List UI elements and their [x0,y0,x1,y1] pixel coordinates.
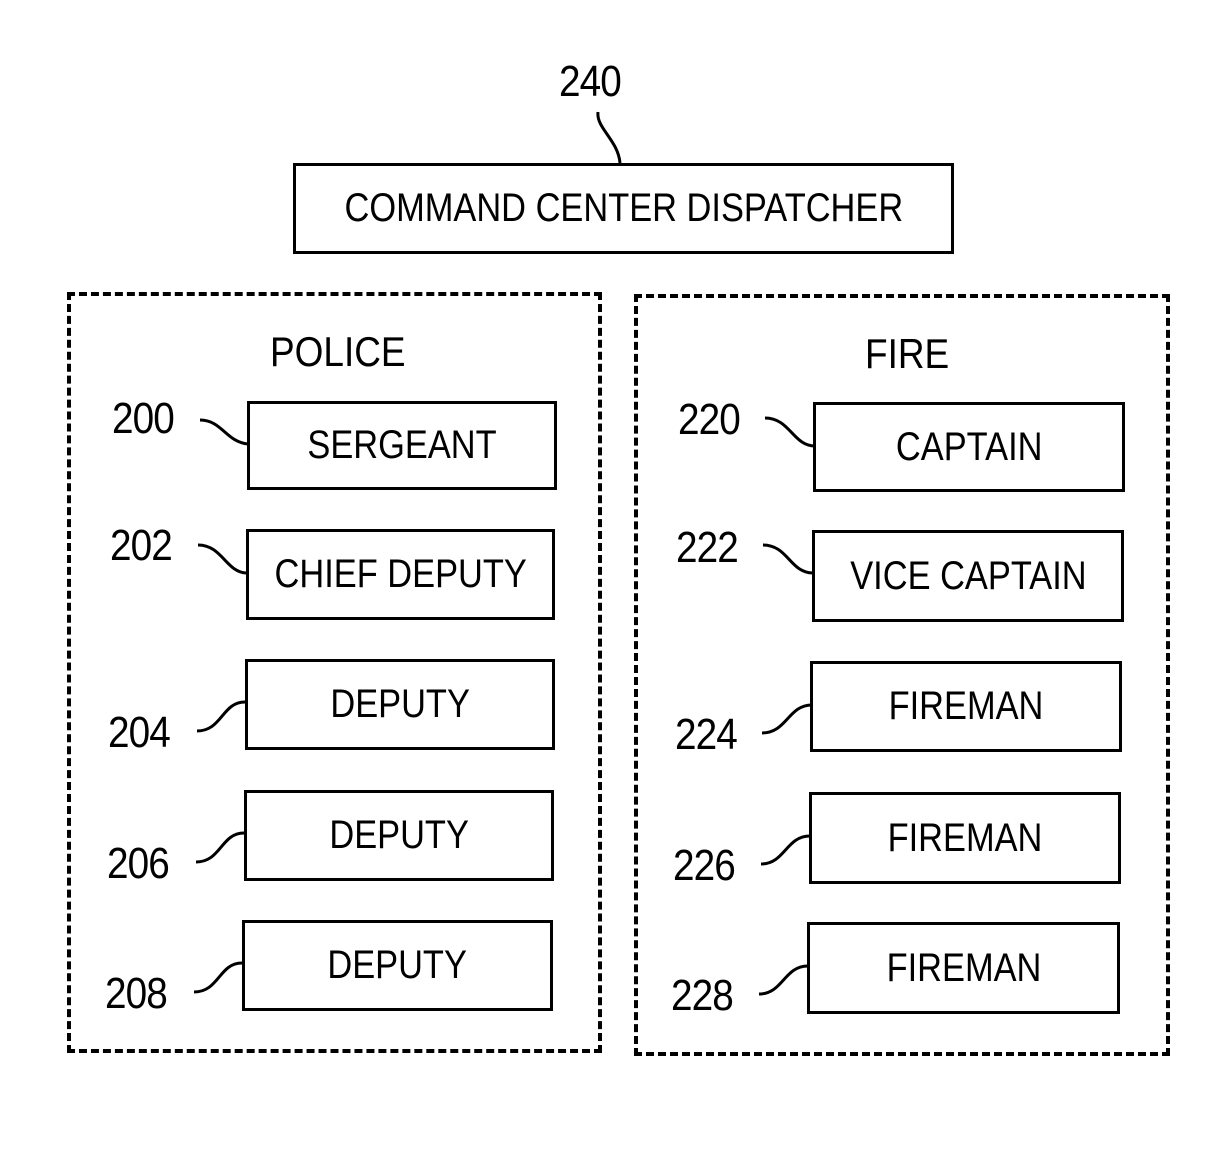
ref-numeral-224: 224 [675,710,738,759]
fireman-label-226: FIREMAN [887,815,1043,860]
ref-numeral-208: 208 [105,969,168,1018]
deputy-label-206: DEPUTY [329,813,469,857]
fireman-box-226: FIREMAN [809,792,1121,884]
ref-numeral-204: 204 [108,708,171,757]
ref-numeral-226: 226 [673,841,736,890]
deputy-box-208: DEPUTY [242,920,553,1011]
vice-captain-label: VICE CAPTAIN [849,553,1087,598]
deputy-box-206: DEPUTY [244,790,554,881]
chief-deputy-label: CHIEF DEPUTY [274,552,527,596]
captain-label: CAPTAIN [895,424,1043,469]
ref-numeral-222: 222 [676,523,739,572]
ref-numeral-202: 202 [110,521,173,570]
police-group-title: POLICE [270,328,406,375]
leader-240 [596,111,622,164]
captain-box: CAPTAIN [813,402,1125,492]
vice-captain-box: VICE CAPTAIN [812,530,1124,622]
ref-numeral-228: 228 [671,971,734,1020]
fire-group-title: FIRE [865,330,950,377]
ref-numeral-200: 200 [112,394,175,443]
sergeant-box: SERGEANT [247,401,557,490]
ref-numeral-240: 240 [559,57,622,106]
ref-numeral-220: 220 [678,395,741,444]
deputy-label-208: DEPUTY [327,943,468,987]
deputy-box-204: DEPUTY [245,659,555,750]
ref-numeral-206: 206 [107,839,170,888]
fireman-label-228: FIREMAN [886,945,1041,990]
fireman-label-224: FIREMAN [888,684,1044,728]
sergeant-label: SERGEANT [307,423,497,467]
dispatcher-label: COMMAND CENTER DISPATCHER [344,186,903,230]
fireman-box-228: FIREMAN [807,922,1120,1014]
deputy-label-204: DEPUTY [330,682,470,726]
command-center-dispatcher-box: COMMAND CENTER DISPATCHER [293,163,954,254]
fireman-box-224: FIREMAN [810,661,1122,752]
chief-deputy-box: CHIEF DEPUTY [246,529,555,620]
